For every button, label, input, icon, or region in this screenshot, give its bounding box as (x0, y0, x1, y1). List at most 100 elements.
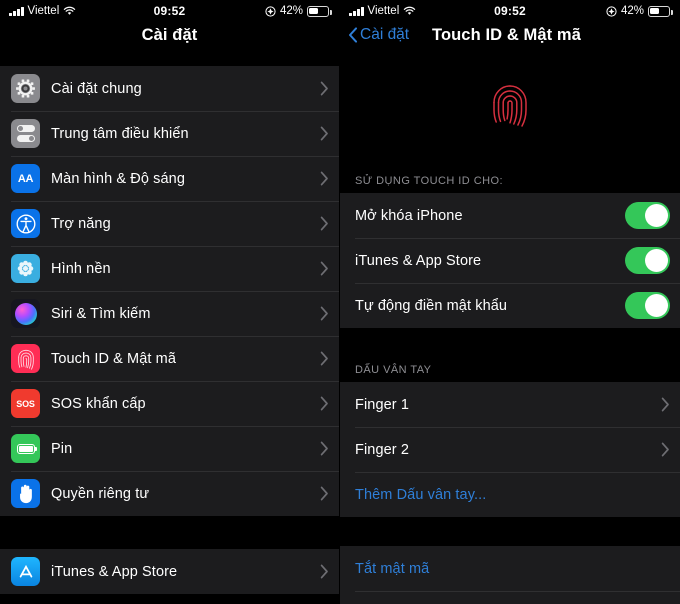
chevron-right-icon (320, 126, 328, 141)
back-button-label: Cài đặt (360, 26, 410, 43)
sidebar-item-itunes-app-store[interactable]: iTunes & App Store (0, 549, 339, 594)
touch-id-option-label: Tự động điền mật khẩu (355, 297, 508, 314)
use-touch-id-list: Mở khóa iPhone iTunes & App Store Tự độn… (340, 193, 680, 328)
sidebar-item-label: Trợ năng (51, 215, 111, 232)
status-bar-left: Viettel 09:52 42% (0, 0, 339, 22)
right-pane-touch-id: Viettel 09:52 42% Cài đặt Touch ID & Mật… (340, 0, 680, 604)
carrier-label: Viettel (367, 5, 400, 17)
back-button[interactable]: Cài đặt (340, 26, 409, 44)
battery-green-icon (11, 434, 40, 463)
touch-id-icon (11, 344, 40, 373)
settings-list-group-1: Cài đặt chung Trung tâm điều khiển AA Mà… (0, 66, 339, 516)
privacy-hand-icon (11, 479, 40, 508)
touch-id-option-row[interactable]: Tự động điền mật khẩu (340, 283, 680, 328)
section-header-label: DẤU VÂN TAY (340, 356, 680, 382)
sidebar-item-c-i-t-chung[interactable]: Cài đặt chung (0, 66, 339, 111)
add-fingerprint-button[interactable]: Thêm Dấu vân tay... (340, 472, 680, 517)
sidebar-item-label: Touch ID & Mật mã (51, 350, 176, 367)
passcode-action-row[interactable]: Thay đổi mật mã (340, 591, 680, 604)
battery-icon (648, 5, 673, 17)
carrier-label: Viettel (27, 5, 60, 17)
passcode-list: Tắt mật mã Thay đổi mật mã (340, 546, 680, 604)
sidebar-item-label: SOS khẩn cấp (51, 395, 146, 412)
status-bar-right-group: 42% (265, 5, 332, 17)
fingerprint-label: Finger 1 (355, 396, 409, 413)
top-gap-left (0, 48, 339, 66)
wifi-icon (404, 6, 416, 15)
wifi-icon (64, 6, 76, 15)
sidebar-item-label: iTunes & App Store (51, 563, 178, 580)
siri-icon (11, 299, 40, 328)
wallpaper-icon (11, 254, 40, 283)
battery-percent-label: 42% (279, 5, 303, 17)
status-bar-right-group-2: 42% (606, 5, 673, 17)
sidebar-item-trung-t-m-i-u-khi-n[interactable]: Trung tâm điều khiển (0, 111, 339, 156)
fingerprint-hero (340, 48, 680, 163)
page-title-left: Cài đặt (141, 25, 198, 44)
control-center-icon (11, 119, 40, 148)
gap-before-passcode (340, 517, 680, 546)
section-header-label: SỬ DỤNG TOUCH ID CHO: (340, 163, 680, 193)
passcode-action-label: Tắt mật mã (355, 560, 430, 577)
toggle-switch[interactable] (625, 247, 670, 274)
status-bar-right: Viettel 09:52 42% (340, 0, 680, 22)
nav-bar-right: Cài đặt Touch ID & Mật mã (340, 22, 680, 48)
sidebar-item-h-nh-n-n[interactable]: Hình nền (0, 246, 339, 291)
sidebar-item-sos-kh-n-c-p[interactable]: SOS SOS khẩn cấp (0, 381, 339, 426)
sidebar-item-label: Quyền riêng tư (51, 485, 150, 502)
chevron-right-icon (320, 441, 328, 456)
signal-bars-icon (349, 6, 364, 16)
touch-id-option-row[interactable]: iTunes & App Store (340, 238, 680, 283)
fingerprint-label: Finger 2 (355, 441, 409, 458)
chevron-right-icon (320, 306, 328, 321)
section-header-use-touch-id: SỬ DỤNG TOUCH ID CHO: (340, 163, 680, 193)
chevron-right-icon (320, 216, 328, 231)
gear-icon (11, 74, 40, 103)
accessibility-icon (11, 209, 40, 238)
battery-icon (307, 5, 332, 17)
section-header-fingerprints: DẤU VÂN TAY (340, 356, 680, 382)
chevron-right-icon (320, 351, 328, 366)
sidebar-item-label: Siri & Tìm kiếm (51, 305, 151, 322)
gap-before-fingerprints (340, 328, 680, 356)
section-gap-left (0, 516, 339, 549)
touch-id-option-label: Mở khóa iPhone (355, 207, 463, 224)
nav-bar-left: Cài đặt (0, 22, 339, 48)
chevron-right-icon (320, 396, 328, 411)
toggle-switch[interactable] (625, 202, 670, 229)
fingerprint-icon (493, 84, 527, 127)
dual-screenshot-container: Viettel 09:52 42% Cài đặt Cài đặt chung … (0, 0, 680, 604)
touch-id-option-row[interactable]: Mở khóa iPhone (340, 193, 680, 238)
display-aa-icon: AA (11, 164, 40, 193)
battery-percent-label: 42% (620, 5, 644, 17)
sidebar-item-quy-n-ri-ng-t[interactable]: Quyền riêng tư (0, 471, 339, 516)
chevron-left-icon (349, 27, 357, 43)
sidebar-item-touch-id-m-t-m[interactable]: Touch ID & Mật mã (0, 336, 339, 381)
chevron-right-icon (661, 442, 669, 457)
chevron-right-icon (661, 397, 669, 412)
chevron-right-icon (320, 486, 328, 501)
settings-list-group-2: iTunes & App Store (0, 549, 339, 594)
sidebar-item-pin[interactable]: Pin (0, 426, 339, 471)
fingerprints-list: Finger 1 Finger 2 Thêm Dấu vân tay... (340, 382, 680, 517)
location-services-icon (265, 5, 276, 17)
sidebar-item-label: Hình nền (51, 260, 111, 277)
status-bar-left-group: Viettel (9, 5, 76, 17)
sidebar-item-label: Màn hình & Độ sáng (51, 170, 185, 187)
toggle-switch[interactable] (625, 292, 670, 319)
chevron-right-icon (320, 261, 328, 276)
fingerprint-row[interactable]: Finger 1 (340, 382, 680, 427)
sidebar-item-tr-n-ng[interactable]: Trợ năng (0, 201, 339, 246)
signal-bars-icon (9, 6, 24, 16)
sidebar-item-label: Trung tâm điều khiển (51, 125, 189, 142)
fingerprint-row[interactable]: Finger 2 (340, 427, 680, 472)
status-bar-left-group-2: Viettel (349, 5, 416, 17)
sidebar-item-m-n-h-nh-s-ng[interactable]: AA Màn hình & Độ sáng (0, 156, 339, 201)
sidebar-item-label: Pin (51, 440, 73, 457)
chevron-right-icon (320, 564, 328, 579)
sidebar-item-siri-t-m-ki-m[interactable]: Siri & Tìm kiếm (0, 291, 339, 336)
left-pane-settings: Viettel 09:52 42% Cài đặt Cài đặt chung … (0, 0, 340, 604)
passcode-action-row[interactable]: Tắt mật mã (340, 546, 680, 591)
page-title-right: Touch ID & Mật mã (432, 25, 581, 44)
chevron-right-icon (320, 81, 328, 96)
